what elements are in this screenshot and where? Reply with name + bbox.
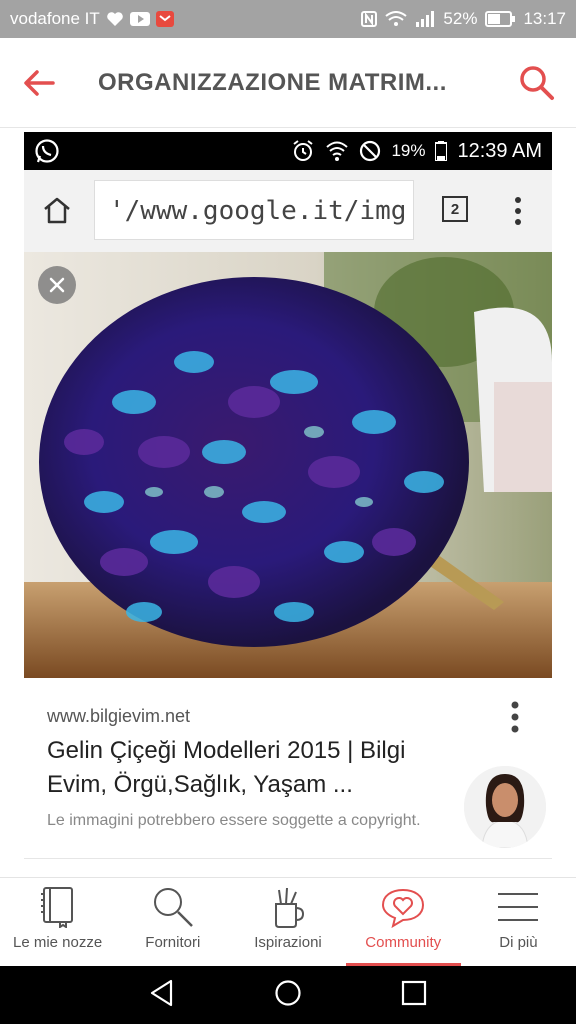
- email-notification-icon: [155, 11, 174, 27]
- battery-icon: [485, 11, 516, 27]
- recents-square-icon: [401, 980, 426, 1005]
- system-navigation-bar: [0, 966, 576, 1024]
- home-button[interactable]: [42, 196, 72, 229]
- divider: [24, 858, 552, 859]
- screenshot-clock: 12:39 AM: [457, 139, 542, 162]
- whatsapp-icon: [34, 138, 60, 164]
- menu-icon: [498, 893, 539, 921]
- alarm-icon: [291, 139, 315, 163]
- nav-label: Ispirazioni: [254, 934, 322, 951]
- back-triangle-icon: [151, 979, 173, 1006]
- arrow-left-icon: [24, 69, 55, 96]
- post-image[interactable]: 19% 12:39 AM '/www.google.it/img 2 www.b…: [24, 132, 552, 877]
- bottom-navigation: Le mie nozze Fornitori Ispirazioni Commu…: [0, 877, 576, 966]
- brush-cup-icon: [275, 887, 305, 928]
- url-field[interactable]: '/www.google.it/img: [94, 180, 414, 240]
- result-title[interactable]: Gelin Çiçeği Modelleri 2015 | Bilgi Evim…: [47, 734, 467, 802]
- carrier-label: vodafone IT: [10, 9, 100, 28]
- video-notification-icon: [129, 12, 150, 26]
- nav-label: Le mie nozze: [12, 934, 103, 951]
- result-domain: www.bilgievim.net: [47, 706, 191, 726]
- nav-community[interactable]: Community: [345, 878, 462, 966]
- nfc-icon: [361, 11, 378, 27]
- heart-chat-icon: [382, 888, 425, 928]
- nav-label: Di più: [499, 934, 538, 951]
- battery-icon: [435, 141, 448, 161]
- tab-switcher-button[interactable]: 2: [442, 196, 468, 222]
- bouquet-photo: [24, 252, 552, 678]
- nav-label: Fornitori: [145, 934, 201, 951]
- nav-di-piu[interactable]: Di più: [461, 878, 576, 966]
- screenshot-status-bar: 19% 12:39 AM: [24, 132, 552, 170]
- page-title: ORGANIZZAZIONE MATRIM...: [98, 68, 447, 96]
- home-icon: [44, 197, 70, 224]
- browser-menu-button[interactable]: [511, 196, 525, 226]
- home-circle-icon: [275, 979, 301, 1006]
- result-menu-button[interactable]: [508, 700, 522, 734]
- nav-fornitori[interactable]: Fornitori: [115, 878, 230, 966]
- signal-icon: [415, 11, 435, 27]
- book-icon: [40, 887, 73, 928]
- system-home-button[interactable]: [274, 979, 302, 1012]
- heart-notification-icon: [106, 11, 124, 27]
- system-back-button[interactable]: [149, 979, 175, 1012]
- nav-ispirazioni[interactable]: Ispirazioni: [230, 878, 345, 966]
- screenshot-battery-percent: 19%: [391, 141, 426, 160]
- search-button[interactable]: [498, 38, 576, 128]
- wifi-icon: [325, 140, 349, 162]
- close-image-button[interactable]: [38, 266, 76, 304]
- nav-le-mie-nozze[interactable]: Le mie nozze: [0, 878, 115, 966]
- user-avatar[interactable]: [464, 766, 546, 848]
- kebab-menu-icon: [511, 701, 519, 733]
- clock: 13:17: [523, 9, 566, 28]
- device-status-bar: vodafone IT 52% 13:17: [0, 0, 576, 38]
- do-not-disturb-icon: [359, 140, 381, 162]
- app-bar: ORGANIZZAZIONE MATRIM...: [0, 38, 576, 128]
- search-icon: [520, 65, 554, 100]
- search-result-card[interactable]: www.bilgievim.net Gelin Çiçeği Modelleri…: [24, 678, 552, 877]
- nav-label: Community: [365, 934, 442, 951]
- wifi-icon: [385, 11, 408, 27]
- back-button[interactable]: [0, 38, 78, 128]
- copyright-notice: Le immagini potrebbero essere soggette a…: [47, 812, 421, 829]
- kebab-menu-icon: [515, 197, 521, 225]
- close-icon: [49, 277, 65, 293]
- system-recents-button[interactable]: [401, 980, 427, 1011]
- search-icon: [153, 888, 193, 927]
- browser-toolbar: '/www.google.it/img 2: [24, 170, 552, 252]
- battery-percent: 52%: [443, 9, 478, 28]
